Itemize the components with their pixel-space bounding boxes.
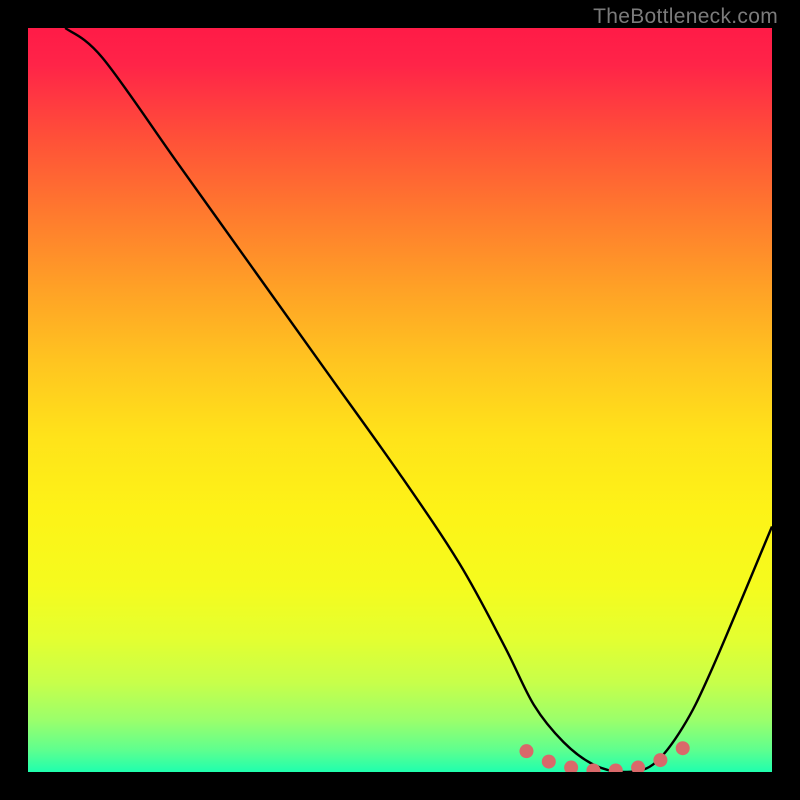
watermark: TheBottleneck.com [593,5,778,29]
chart-container: TheBottleneck.com [0,0,800,800]
gradient-background [28,28,772,772]
plot-area [28,28,772,772]
